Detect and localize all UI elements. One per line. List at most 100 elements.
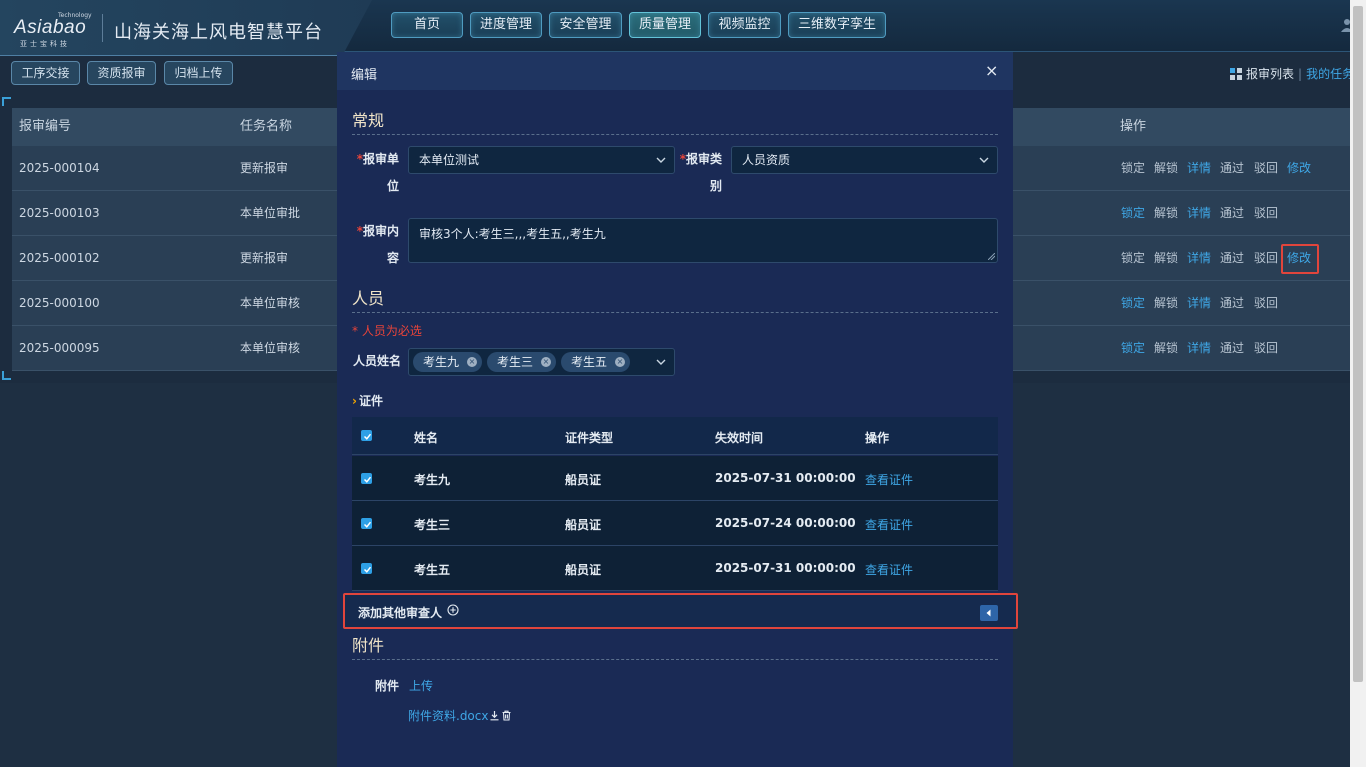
cert-col-expire: 失效时间 [715,431,764,445]
remove-tag-icon[interactable]: × [615,357,625,367]
detail-action[interactable]: 详情 [1187,326,1211,370]
section-general-title: 常规 [352,107,998,135]
task-name: 本单位审核 [240,341,301,355]
logo-text: Asiabao [14,17,87,38]
delete-icon[interactable] [501,710,512,721]
add-circle-icon[interactable] [447,604,459,616]
pass-action[interactable]: 通过 [1220,236,1244,280]
unlock-action[interactable]: 解锁 [1154,146,1178,190]
edit-action[interactable]: 修改 [1287,146,1311,190]
reject-action[interactable]: 驳回 [1254,281,1278,325]
resize-grip-icon[interactable] [988,253,995,260]
view-cert-link[interactable]: 查看证件 [865,516,913,533]
add-reviewer-label: 添加其他审查人 [358,606,443,620]
check-icon [363,433,372,440]
lock-action[interactable]: 锁定 [1121,191,1145,235]
cert-row: 考生三 船员证 2025-07-24 00:00:00 查看证件 [352,501,998,546]
content-label: *报审内容 [355,218,399,272]
nav-home[interactable]: 首页 [391,12,463,38]
cert-section-title: › 证件 [352,392,383,409]
reject-action[interactable]: 驳回 [1254,236,1278,280]
col-review-id: 报审编号 [19,119,72,134]
brand-divider [102,14,103,42]
upload-link[interactable]: 上传 [409,677,433,694]
nav-progress[interactable]: 进度管理 [470,12,542,38]
remove-tag-icon[interactable]: × [467,357,477,367]
detail-action[interactable]: 详情 [1187,146,1211,190]
reject-action[interactable]: 驳回 [1254,191,1278,235]
row-checkbox[interactable] [361,563,372,574]
reject-action[interactable]: 驳回 [1254,326,1278,370]
cert-table-header: 姓名 证件类型 失效时间 操作 [352,417,998,455]
unlock-action[interactable]: 解锁 [1154,191,1178,235]
personnel-multiselect[interactable]: 考生九 × 考生三 × 考生五 × [408,348,675,376]
edit-modal: 编辑 × 常规 *报审单位 本单位测试 *报审类别 人员资质 *报审内容 审核3… [337,52,1018,767]
collapse-button[interactable] [980,605,998,621]
lock-action[interactable]: 锁定 [1121,326,1145,370]
pass-action[interactable]: 通过 [1220,326,1244,370]
person-tag: 考生五 × [561,352,630,372]
row-checkbox[interactable] [361,473,372,484]
attachment-file-link[interactable]: 附件资料.docx [408,709,488,723]
unit-select[interactable]: 本单位测试 [408,146,675,174]
chevron-right-icon: › [352,394,357,408]
col-task-name: 任务名称 [240,119,293,134]
content-value: 审核3个人:考生三,,,考生五,,考生九 [419,227,606,241]
attachment-label: 附件 [375,679,400,693]
company-logo: Technology Asiabao 亚士宝科技 [14,12,92,48]
content-textarea[interactable]: 审核3个人:考生三,,,考生五,,考生九 [408,218,998,263]
page-scrollbar[interactable] [1350,0,1366,767]
nav-digital-twin[interactable]: 三维数字孪生 [788,12,886,38]
personnel-name-label: 人员姓名 [352,354,401,368]
cert-expire: 2025-07-24 00:00:00 [715,516,856,530]
lock-action[interactable]: 锁定 [1121,281,1145,325]
unlock-action[interactable]: 解锁 [1154,281,1178,325]
view-cert-link[interactable]: 查看证件 [865,471,913,488]
remove-tag-icon[interactable]: × [541,357,551,367]
pass-action[interactable]: 通过 [1220,146,1244,190]
pass-action[interactable]: 通过 [1220,281,1244,325]
view-cert-link[interactable]: 查看证件 [865,561,913,578]
review-id: 2025-000095 [19,341,100,355]
brand-area: Technology Asiabao 亚士宝科技 山海关海上风电智慧平台 [0,0,372,56]
detail-action[interactable]: 详情 [1187,236,1211,280]
scrollbar-thumb[interactable] [1353,6,1363,682]
process-handover-button[interactable]: 工序交接 [11,61,80,85]
add-reviewer-row[interactable]: 添加其他审查人 [343,593,1018,629]
content-label-line2: 容 [386,251,399,265]
type-select[interactable]: 人员资质 [731,146,998,174]
section-personnel-title: 人员 [352,285,998,313]
nav-video[interactable]: 视频监控 [708,12,781,38]
archive-upload-button[interactable]: 归档上传 [164,61,233,85]
download-icon[interactable] [489,710,500,721]
select-all-checkbox[interactable] [361,430,372,441]
cert-title-text: 证件 [358,394,383,408]
row-checkbox[interactable] [361,518,372,529]
detail-action[interactable]: 详情 [1187,191,1211,235]
user-icon[interactable] [1338,18,1350,32]
lock-action[interactable]: 锁定 [1121,146,1145,190]
chevron-down-icon [656,157,666,163]
unit-value: 本单位测试 [419,153,480,167]
pass-action[interactable]: 通过 [1220,191,1244,235]
close-icon[interactable]: × [985,61,998,80]
modal-title: 编辑 [351,68,378,83]
check-icon [363,566,372,573]
reject-action[interactable]: 驳回 [1254,146,1278,190]
unlock-action[interactable]: 解锁 [1154,236,1178,280]
nav-quality[interactable]: 质量管理 [629,12,701,38]
nav-safety[interactable]: 安全管理 [549,12,622,38]
content-label-line1: 报审内 [362,224,399,238]
cert-col-action: 操作 [865,431,890,445]
chevron-down-icon [656,359,666,365]
lock-action[interactable]: 锁定 [1121,236,1145,280]
cert-expire: 2025-07-31 00:00:00 [715,471,856,485]
my-task-link[interactable]: 我的任务 [1306,67,1354,81]
qualification-review-button[interactable]: 资质报审 [87,61,156,85]
detail-action[interactable]: 详情 [1187,281,1211,325]
personnel-required-tip: * 人员为必选 [352,324,422,338]
review-id: 2025-000100 [19,296,100,310]
unlock-action[interactable]: 解锁 [1154,326,1178,370]
type-label: *报审类别 [678,146,722,200]
review-list-link[interactable]: 报审列表 [1246,67,1294,81]
